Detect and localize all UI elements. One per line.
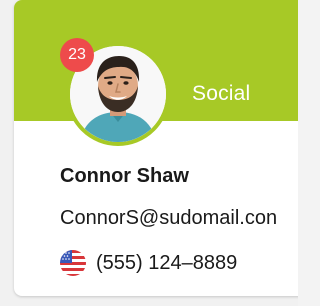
notification-badge: 23 (60, 38, 94, 72)
phone-row[interactable]: (555) 124–8889 (60, 249, 237, 277)
stage: Social 23 Connor Shaw ConnorS@sudomail.c… (0, 0, 298, 306)
us-flag-icon (60, 250, 86, 276)
contact-email[interactable]: ConnorS@sudomail.con (60, 207, 277, 230)
category-label: Social (192, 82, 251, 105)
contact-name: Connor Shaw (60, 165, 189, 187)
contact-phone[interactable]: (555) 124–8889 (96, 252, 237, 275)
contact-card[interactable]: Social 23 Connor Shaw ConnorS@sudomail.c… (14, 0, 298, 296)
